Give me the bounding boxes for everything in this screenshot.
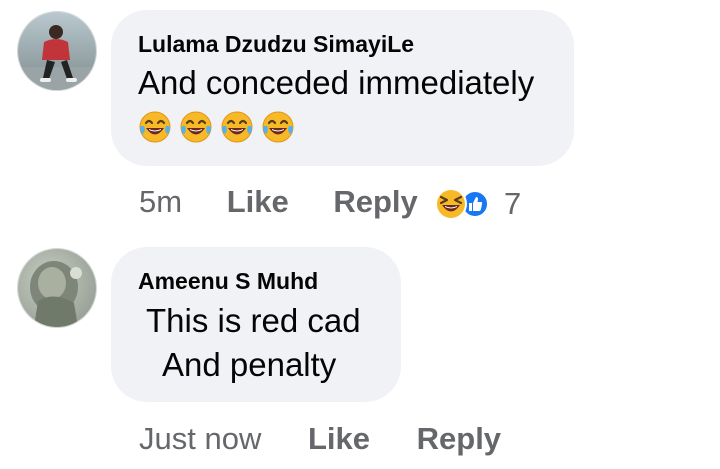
avatar[interactable] bbox=[17, 11, 97, 91]
comment-author[interactable]: Lulama Dzudzu SimayiLe bbox=[138, 31, 414, 58]
comment-emoji-row bbox=[138, 110, 295, 144]
laughing-reaction-icon bbox=[435, 188, 467, 220]
face-with-tears-of-joy-icon bbox=[139, 111, 171, 143]
comment-timestamp[interactable]: 5m bbox=[139, 184, 182, 220]
reaction-count[interactable]: 7 bbox=[504, 186, 521, 222]
comment-text-line: And penalty bbox=[162, 346, 337, 383]
comment-timestamp[interactable]: Just now bbox=[139, 421, 261, 457]
face-with-tears-of-joy-icon bbox=[262, 111, 294, 143]
like-button[interactable]: Like bbox=[227, 184, 289, 220]
avatar-photo bbox=[18, 12, 96, 90]
comment-bubble[interactable]: Lulama Dzudzu SimayiLe And conceded imme… bbox=[111, 10, 574, 166]
comment-actions: 5m Like Reply bbox=[139, 184, 418, 220]
face-with-tears-of-joy-icon bbox=[221, 111, 253, 143]
reply-button[interactable]: Reply bbox=[417, 421, 501, 457]
like-button[interactable]: Like bbox=[308, 421, 370, 457]
comment-text: And conceded immediately bbox=[138, 64, 535, 101]
reaction-summary[interactable]: 7 bbox=[434, 186, 521, 222]
comment-text-line: This is red cad bbox=[146, 302, 361, 339]
comment-bubble[interactable]: Ameenu S Muhd This is red cad And penalt… bbox=[111, 247, 401, 402]
comment-author[interactable]: Ameenu S Muhd bbox=[138, 268, 318, 295]
reply-button[interactable]: Reply bbox=[333, 184, 417, 220]
avatar-photo bbox=[18, 249, 96, 327]
avatar[interactable] bbox=[17, 248, 97, 328]
face-with-tears-of-joy-icon bbox=[180, 111, 212, 143]
comment-actions: Just now Like Reply bbox=[139, 421, 501, 457]
